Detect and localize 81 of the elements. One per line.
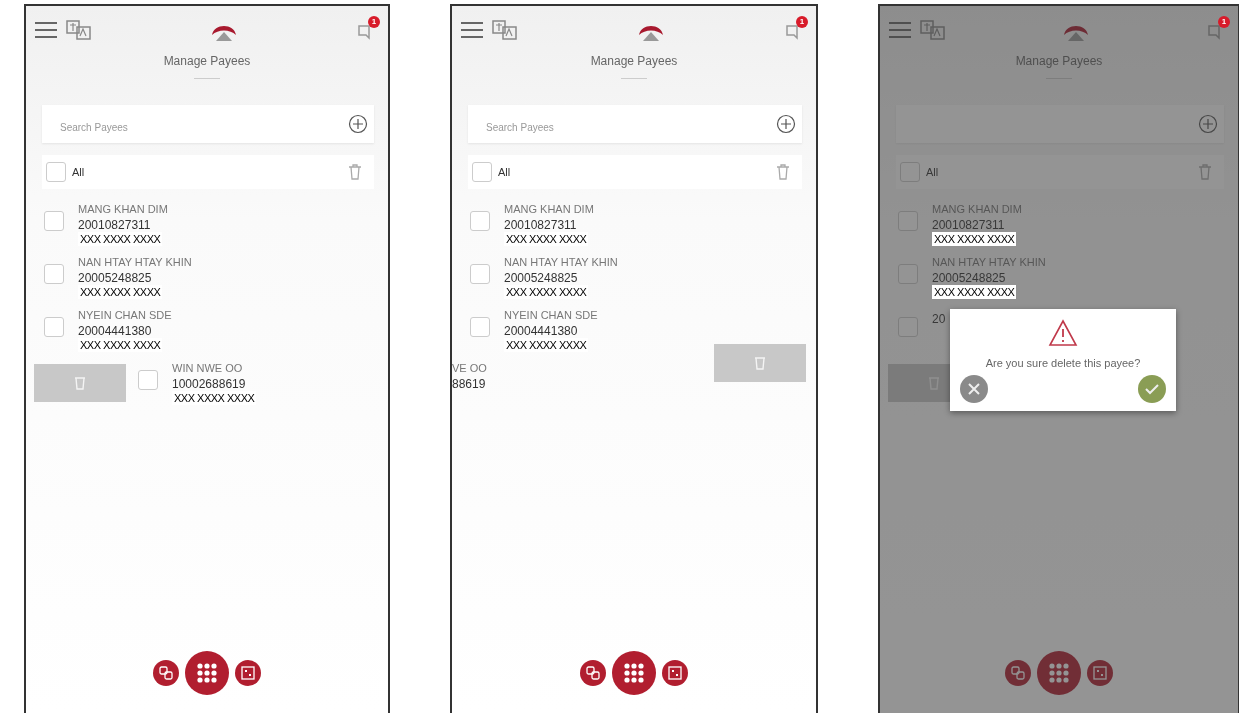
menu-icon[interactable] — [34, 21, 58, 39]
transfer-icon[interactable] — [580, 660, 606, 686]
payee-name: NYEIN CHAN SDE — [504, 309, 598, 321]
account-number: 20010827311 — [78, 218, 152, 232]
trash-icon[interactable] — [776, 164, 790, 180]
transfer-icon[interactable] — [153, 660, 179, 686]
menu-icon[interactable] — [460, 21, 484, 39]
apps-button[interactable] — [612, 651, 656, 695]
payee-name: NYEIN CHAN SDE — [78, 309, 172, 321]
redaction-label: XXX XXXX XXXX — [932, 232, 1017, 246]
account-number: 20004441380 — [504, 324, 579, 338]
account-number: 10002688619 — [172, 377, 247, 391]
notification-badge: 1 — [796, 16, 808, 28]
payee-name: NAN HTAY HTAY KHIN — [504, 256, 618, 268]
select-all-label: All — [72, 166, 85, 178]
qr-icon[interactable] — [1087, 660, 1113, 686]
payee-name: MANG KHAN DIM — [504, 203, 594, 215]
redaction-label: XXX XXXX XXXX — [78, 232, 163, 246]
checkbox[interactable] — [472, 162, 492, 182]
account-number: 20005248825 — [78, 271, 153, 285]
redaction-label: XXX XXXX XXXX — [932, 285, 1017, 299]
redaction-label: XXX XXXX XXXX — [504, 232, 589, 246]
redaction-label: XXX XXXX XXXX — [78, 338, 163, 352]
cancel-button[interactable] — [960, 375, 988, 403]
checkbox[interactable] — [46, 162, 66, 182]
qr-icon[interactable] — [235, 660, 261, 686]
search-field[interactable]: Search Payees — [468, 105, 802, 143]
page-title: Manage Payees — [1014, 54, 1104, 68]
dialog-message: Are you sure delete this payee? — [985, 357, 1141, 369]
checkbox[interactable] — [470, 211, 490, 231]
select-all-label: All — [498, 166, 511, 178]
menu-icon[interactable] — [888, 21, 912, 39]
apps-button[interactable] — [1037, 651, 1081, 695]
warning-icon — [1048, 319, 1078, 347]
account-number: 20004441380 — [78, 324, 153, 338]
qr-icon[interactable] — [662, 660, 688, 686]
checkbox[interactable] — [470, 264, 490, 284]
checkbox[interactable] — [470, 317, 490, 337]
notification-button[interactable]: 1 — [356, 18, 378, 42]
account-number: 20010827311 — [504, 218, 578, 232]
checkbox[interactable] — [44, 264, 64, 284]
search-field[interactable] — [896, 105, 1224, 143]
redaction-label: XXX XXXX XXXX — [172, 391, 257, 405]
translate-icon[interactable] — [66, 19, 92, 41]
add-icon[interactable] — [776, 114, 796, 134]
payee-name: NAN HTAY HTAY KHIN — [78, 256, 192, 268]
translate-icon[interactable] — [920, 19, 946, 41]
transfer-icon[interactable] — [1005, 660, 1031, 686]
search-field[interactable]: Search Payees — [42, 105, 374, 143]
apps-button[interactable] — [185, 651, 229, 695]
redaction-label: XXX XXXX XXXX — [504, 285, 589, 299]
checkbox[interactable] — [138, 370, 158, 390]
redaction-label: XXX XXXX XXXX — [504, 338, 589, 352]
page-title: Manage Payees — [162, 54, 252, 68]
account-number: 20 — [932, 312, 946, 326]
trash-icon — [754, 356, 766, 370]
notification-button[interactable]: 1 — [1206, 18, 1228, 42]
payee-name: NAN HTAY HTAY KHIN — [932, 256, 1046, 268]
account-number: 20005248825 — [932, 271, 1007, 285]
redaction-label: XXX XXXX XXXX — [78, 285, 163, 299]
account-number: 88619 — [452, 377, 487, 391]
payee-name: MANG KHAN DIM — [932, 203, 1022, 215]
notification-button[interactable]: 1 — [784, 18, 806, 42]
page-title: Manage Payees — [589, 54, 679, 68]
account-number: 20005248825 — [504, 271, 579, 285]
checkbox[interactable] — [44, 211, 64, 231]
translate-icon[interactable] — [492, 19, 518, 41]
checkbox[interactable] — [44, 317, 64, 337]
trash-icon[interactable] — [1198, 164, 1212, 180]
add-icon[interactable] — [348, 114, 368, 134]
notification-badge: 1 — [1218, 16, 1230, 28]
add-icon[interactable] — [1198, 114, 1218, 134]
confirm-button[interactable] — [1138, 375, 1166, 403]
payee-name: MANG KHAN DIM — [78, 203, 168, 215]
trash-icon — [74, 376, 86, 390]
payee-name: WIN NWE OO — [172, 362, 244, 374]
account-number: 20010827311 — [932, 218, 1006, 232]
trash-icon[interactable] — [348, 164, 362, 180]
notification-badge: 1 — [368, 16, 380, 28]
payee-name: VE OO — [452, 362, 487, 374]
select-all-label: All — [926, 166, 939, 178]
